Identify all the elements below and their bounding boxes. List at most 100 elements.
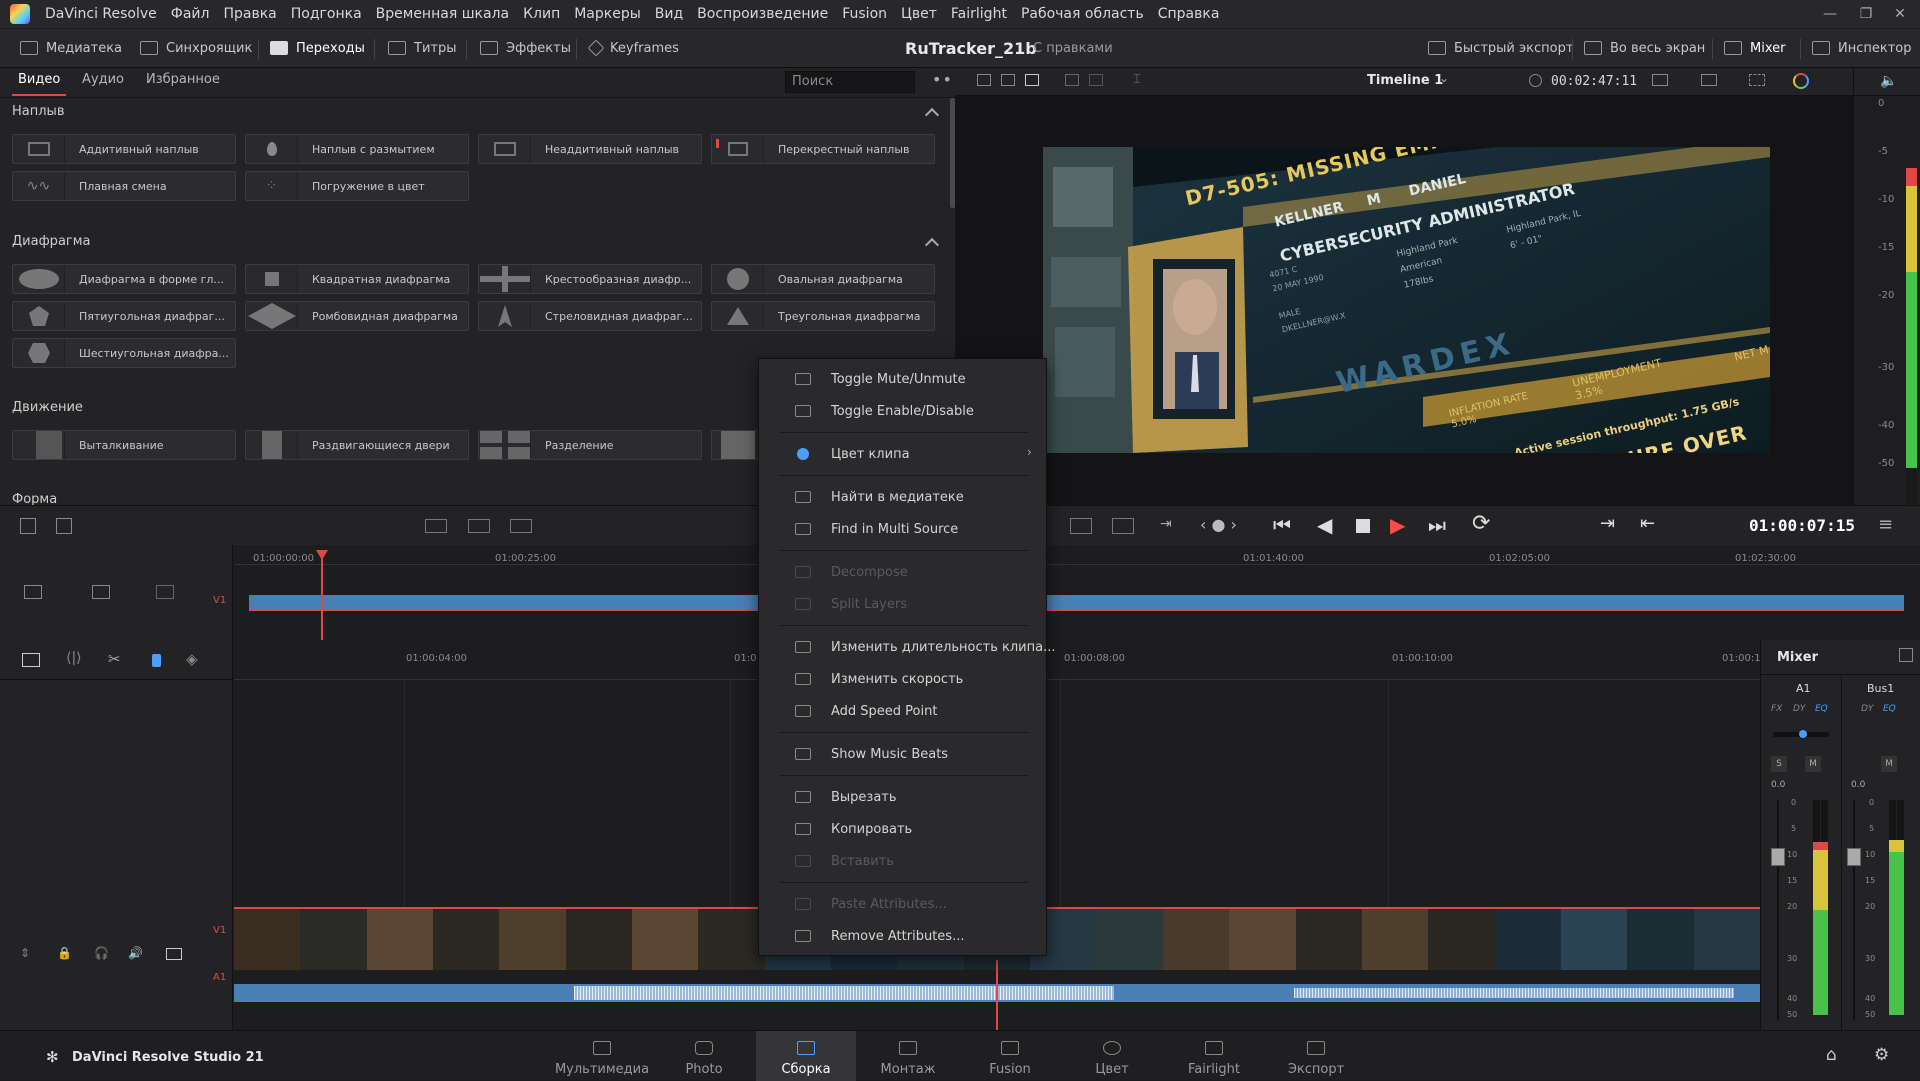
fullscreen-button[interactable]: Во весь экран [1584, 29, 1705, 67]
playhead[interactable] [321, 555, 323, 640]
transition-card[interactable]: Раздвигающиеся двери [245, 430, 469, 460]
jog-icon[interactable]: ‹ ● › [1200, 515, 1237, 534]
poi-add-icon[interactable] [1112, 518, 1134, 534]
fx-button[interactable]: FX [1771, 704, 1782, 714]
color-wheel-icon[interactable] [1793, 73, 1809, 89]
transition-card[interactable]: Ромбовидная диафрагма [245, 301, 469, 331]
context-menu-item[interactable]: Цвет клипа › [759, 438, 1048, 470]
display-icon[interactable] [1701, 74, 1717, 86]
view-mode-icon[interactable] [1025, 74, 1039, 86]
inspector-button[interactable]: Инспектор [1812, 29, 1912, 67]
trim-end-icon[interactable] [510, 519, 532, 533]
chevron-down-icon[interactable]: ⌄ [1439, 71, 1449, 85]
solo-button[interactable]: S [1771, 756, 1787, 772]
titles-button[interactable]: Титры [388, 29, 456, 67]
search-input[interactable]: Поиск [785, 71, 915, 93]
pan-knob[interactable] [1799, 730, 1807, 738]
page-photo[interactable]: Photo [654, 1031, 754, 1081]
mute-track-icon[interactable]: 🔊 [128, 946, 143, 960]
context-menu-item[interactable]: Найти в медиатеке [759, 481, 1048, 513]
snap-icon[interactable]: ⌶ [1133, 72, 1141, 87]
play-reverse-icon[interactable]: ◀ [1317, 513, 1332, 537]
context-menu-item[interactable]: Show Music Beats [759, 738, 1048, 770]
playhead[interactable] [996, 960, 998, 1030]
lock-icon[interactable]: 🔒 [57, 946, 72, 960]
timeline-name[interactable]: Timeline 1 [1367, 73, 1443, 88]
blade-icon[interactable]: ✂ [108, 650, 121, 668]
context-menu-item[interactable]: Копировать [759, 813, 1048, 845]
poi-icon[interactable] [1070, 518, 1092, 534]
menu-markers[interactable]: Маркеры [567, 6, 648, 22]
page-cut[interactable]: Сборка [756, 1031, 856, 1081]
transition-card[interactable]: Перекрестный наплыв [711, 134, 935, 164]
page-edit[interactable]: Монтаж [858, 1031, 958, 1081]
track-options-icon[interactable] [92, 585, 110, 599]
next-edit-icon[interactable]: ⇥ [1600, 513, 1615, 534]
transition-card[interactable]: Разделение [478, 430, 702, 460]
home-icon[interactable]: ⌂ [1826, 1045, 1837, 1065]
collapse-icon[interactable] [924, 237, 940, 253]
go-to-start-icon[interactable]: ⏮ [1273, 513, 1291, 537]
context-menu-item[interactable]: Find in Multi Source [759, 513, 1048, 545]
transition-card[interactable]: Пятиугольная диафраг... [12, 301, 236, 331]
eq-button[interactable]: EQ [1883, 704, 1896, 714]
context-menu-item[interactable]: Вырезать [759, 781, 1048, 813]
layout-icon[interactable] [1089, 74, 1103, 86]
effects-button[interactable]: Эффекты [480, 29, 571, 67]
quick-export-button[interactable]: Быстрый экспорт [1428, 29, 1573, 67]
transition-card[interactable]: Квадратная диафрагма [245, 264, 469, 294]
transform-icon[interactable] [1749, 74, 1765, 86]
sync-bin-button[interactable]: Синхроящик [140, 29, 252, 67]
dy-button[interactable]: DY [1793, 704, 1805, 714]
tab-audio[interactable]: Аудио [82, 72, 124, 87]
eq-button[interactable]: EQ [1815, 704, 1828, 714]
shuttle-icon[interactable]: ⇥ [1160, 516, 1172, 532]
gear-icon[interactable]: ⚙ [1874, 1045, 1889, 1065]
transition-card[interactable]: Наплыв с размытием [245, 134, 469, 164]
transition-card[interactable]: Аддитивный наплыв [12, 134, 236, 164]
fader-handle[interactable] [1847, 848, 1861, 866]
transition-card[interactable]: Крестообразная диафр... [478, 264, 702, 294]
context-menu-item[interactable]: Remove Attributes... [759, 920, 1048, 952]
collapse-icon[interactable] [924, 107, 940, 123]
context-menu-item[interactable]: Toggle Mute/Unmute [759, 363, 1048, 395]
menu-timeline[interactable]: Временная шкала [369, 6, 516, 22]
menu-clip[interactable]: Клип [516, 6, 567, 22]
media-pool-button[interactable]: Медиатека [20, 29, 122, 67]
viewer-size-icon[interactable] [1652, 74, 1668, 86]
mini-clip[interactable] [249, 595, 1904, 611]
audio-wave-icon[interactable] [156, 585, 174, 599]
tab-video[interactable]: Видео [11, 72, 67, 96]
menu-help[interactable]: Справка [1151, 6, 1227, 22]
mute-button[interactable]: M [1805, 756, 1821, 772]
trim-icon[interactable]: ⟨|⟩ [66, 650, 82, 666]
page-deliver[interactable]: Экспорт [1266, 1031, 1366, 1081]
page-fusion[interactable]: Fusion [960, 1031, 1060, 1081]
track-options-icon[interactable] [24, 585, 42, 599]
menu-playback[interactable]: Воспроизведение [690, 6, 835, 22]
menu-workspace[interactable]: Рабочая область [1014, 6, 1151, 22]
transition-card[interactable]: Шестиугольная диафра... [12, 338, 236, 368]
tab-favorites[interactable]: Избранное [146, 72, 220, 87]
transition-card[interactable]: ⁘ Погружение в цвет [245, 171, 469, 201]
view-mode-icon[interactable] [1001, 74, 1015, 86]
menu-trim[interactable]: Подгонка [284, 6, 369, 22]
transition-card[interactable]: Стреловидная диафраг... [478, 301, 702, 331]
transition-card[interactable]: Треугольная диафрагма [711, 301, 935, 331]
mixer-button[interactable]: Mixer [1724, 29, 1785, 67]
context-menu-item[interactable]: Изменить скорость [759, 663, 1048, 695]
minimize-icon[interactable]: — [1810, 0, 1850, 28]
menu-color[interactable]: Цвет [894, 6, 944, 22]
stop-icon[interactable] [1356, 519, 1370, 533]
dy-button[interactable]: DY [1861, 704, 1873, 714]
close-icon[interactable]: ✕ [1880, 0, 1920, 28]
timeline-options-icon[interactable] [20, 518, 36, 534]
timeline-options-icon[interactable] [56, 518, 72, 534]
page-fairlight[interactable]: Fairlight [1164, 1031, 1264, 1081]
transition-card[interactable]: ∿∿ Плавная смена [12, 171, 236, 201]
menu-icon[interactable]: ≡ [1878, 514, 1893, 535]
go-to-end-icon[interactable]: ⏭ [1428, 513, 1446, 537]
track-height-icon[interactable]: ⇕ [20, 946, 30, 960]
headphones-icon[interactable]: 🎧 [94, 946, 109, 960]
layout-icon[interactable] [1065, 74, 1079, 86]
